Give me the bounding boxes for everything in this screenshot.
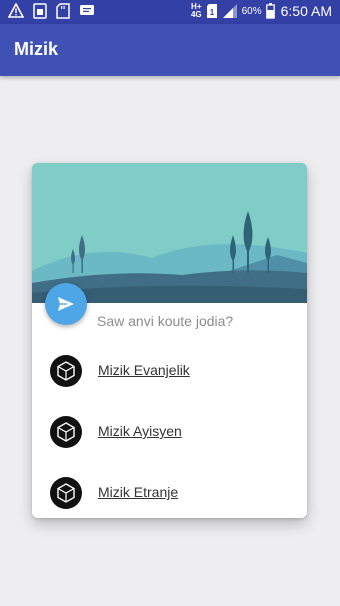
svg-text:1: 1 [209,8,214,17]
prompt-text: Saw anvi koute jodia? [97,313,234,329]
network-type-bottom: 4G [190,10,202,19]
warning-icon [8,3,24,18]
list-item-mizik-evanjelik[interactable]: Mizik Evanjelik [32,349,307,393]
list-item-label: Mizik Etranje [98,484,179,500]
app-title: Mizik [14,39,59,59]
status-bar-notifications [8,3,95,19]
status-bar: H+ 4G 1 60% 6:50 AM [0,0,340,24]
network-type: H+ 4G [191,3,202,19]
clock: 6:50 AM [280,3,332,19]
message-icon [80,5,94,15]
landscape-image [32,163,307,303]
list-item-label: Mizik Ayisyen [98,423,182,439]
app-bar: Mizik [0,24,340,76]
send-button[interactable] [45,283,87,325]
list-item-label: Mizik Evanjelik [98,362,190,378]
category-card: Saw anvi koute jodia? Mizik Evanjelik Mi… [32,163,307,518]
status-bar-system: H+ 4G 1 60% 6:50 AM [191,3,332,20]
music-icon [50,416,82,448]
music-icon [50,355,82,387]
sim-icon [33,3,47,19]
list-item-mizik-etranje[interactable]: Mizik Etranje [32,471,307,515]
send-icon [58,297,74,311]
battery-percent: 60% [241,5,262,17]
music-icon [50,477,82,509]
signal-icon [222,4,237,18]
battery-icon [265,3,275,19]
landscape-illustration [32,163,307,303]
list-item-mizik-ayisyen[interactable]: Mizik Ayisyen [32,410,307,454]
sim-icon: 1 [206,4,217,18]
sd-card-icon [56,3,70,19]
